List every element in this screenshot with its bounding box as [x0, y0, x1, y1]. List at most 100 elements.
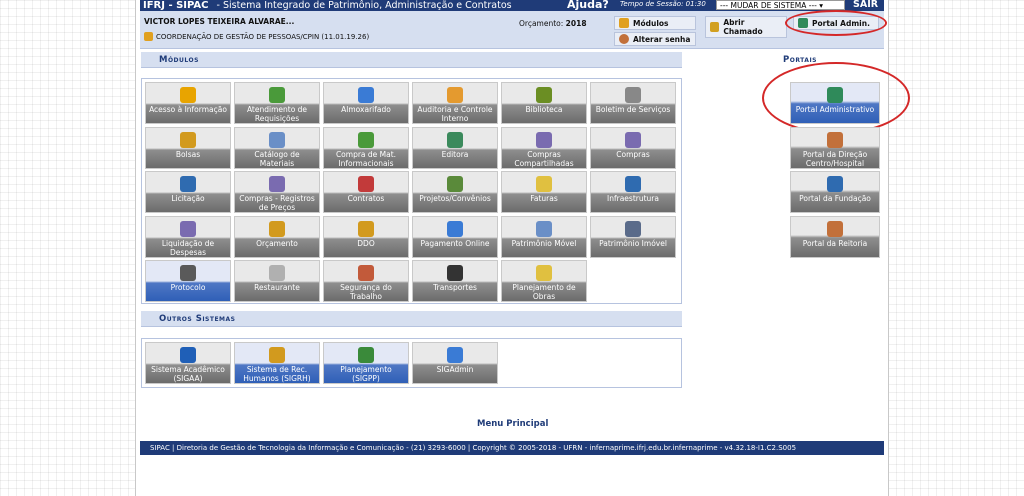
module-tile-faturas[interactable]: Faturas: [501, 171, 587, 213]
module-tile-compras-registros-de-precos[interactable]: Compras - Registros de Preços: [234, 171, 320, 213]
module-tile-label: Almoxarifado: [341, 105, 391, 114]
module-tile-biblioteca[interactable]: Biblioteca: [501, 82, 587, 124]
budget-info: Orçamento: 2018: [519, 19, 587, 28]
patrimonio-imovel-icon: [625, 220, 641, 237]
module-tile-auditoria-e-controle-interno[interactable]: Auditoria e Controle Interno: [412, 82, 498, 124]
module-tile-label: Projetos/Convênios: [419, 194, 491, 203]
compras-registros-de-precos-icon: [269, 176, 285, 192]
portal-da-direcao-centro-hospital-icon: [827, 131, 843, 148]
module-tile-pagamento-online[interactable]: Pagamento Online: [412, 215, 498, 258]
module-tile-label: Segurança do Trabalho: [340, 283, 392, 301]
portal-da-fundacao-icon: [827, 176, 843, 192]
portal-tile-portal-administrativo[interactable]: Portal Administrativo: [790, 82, 880, 124]
user-unit: COORDENAÇÃO DE GESTÃO DE PESSOAS/CPIN (1…: [144, 32, 369, 41]
editora-icon: [447, 131, 463, 148]
modules-button[interactable]: Módulos: [614, 16, 696, 30]
change-password-button[interactable]: Alterar senha: [614, 32, 696, 46]
orcamento-icon: [269, 220, 285, 237]
module-tile-label: Compras Compartilhadas: [514, 149, 574, 168]
module-tile-label: Acesso à Informação: [149, 105, 227, 114]
budget-label: Orçamento:: [519, 19, 564, 28]
auditoria-e-controle-interno-icon: [447, 87, 463, 103]
module-tile-licitacao[interactable]: Licitação: [145, 171, 231, 213]
system-tile-label: Planejamento (SIGPP): [340, 365, 392, 383]
module-tile-acesso-a-informacao[interactable]: Acesso à Informação: [145, 82, 231, 124]
unit-label: COORDENAÇÃO DE GESTÃO DE PESSOAS/CPIN (1…: [156, 32, 370, 41]
projetos-convenios-icon: [447, 176, 463, 192]
portal-tile-label: Portal da Fundação: [799, 194, 871, 203]
other-systems-section-header: Outros Sistemas: [141, 311, 682, 327]
portal-administrativo-icon: [827, 87, 843, 103]
exit-link[interactable]: SAIR: [853, 0, 878, 10]
module-tile-transportes[interactable]: Transportes: [412, 260, 498, 302]
module-tile-orcamento[interactable]: Orçamento: [234, 215, 320, 258]
portal-da-reitoria-icon: [827, 220, 843, 237]
module-tile-label: Pagamento Online: [420, 238, 490, 248]
system-tile-sigadmin[interactable]: SIGAdmin: [412, 342, 498, 384]
sistema-academico-sigaa-icon: [180, 347, 196, 363]
module-tile-catalogo-de-materiais[interactable]: Catálogo de Materiais: [234, 126, 320, 169]
portal-tile-portal-da-direcao-centro-hospital[interactable]: Portal da Direção Centro/Hospital: [790, 126, 880, 169]
module-tile-label: Restaurante: [254, 283, 300, 292]
infraestrutura-icon: [625, 176, 641, 192]
module-tile-restaurante[interactable]: Restaurante: [234, 260, 320, 302]
module-tile-patrimonio-movel[interactable]: Patrimônio Móvel: [501, 215, 587, 258]
module-tile-atendimento-de-requisicoes[interactable]: Atendimento de Requisições: [234, 82, 320, 124]
modules-section-header: Módulos: [141, 52, 682, 68]
help-link[interactable]: Ajuda?: [567, 0, 609, 11]
top-bar: IFRJ - SIPAC - Sistema Integrado de Patr…: [140, 0, 884, 11]
module-tile-liquidacao-de-despesas[interactable]: Liquidação de Despesas: [145, 215, 231, 258]
module-tile-bolsas[interactable]: Bolsas: [145, 126, 231, 169]
module-tile-planejamento-de-obras[interactable]: Planejamento de Obras: [501, 260, 587, 302]
portal-tile-label: Portal da Direção Centro/Hospital: [802, 149, 868, 168]
module-tile-seguranca-do-trabalho[interactable]: Segurança do Trabalho: [323, 260, 409, 302]
pagamento-online-icon: [447, 220, 463, 237]
module-tile-infraestrutura[interactable]: Infraestrutura: [590, 171, 676, 213]
boletim-de-servicos-icon: [625, 87, 641, 103]
system-acronym[interactable]: IFRJ - SIPAC: [140, 0, 209, 11]
module-tile-boletim-de-servicos[interactable]: Boletim de Serviços: [590, 82, 676, 124]
module-tile-projetos-convenios[interactable]: Projetos/Convênios: [412, 171, 498, 213]
module-tile-compras-compartilhadas[interactable]: Compras Compartilhadas: [501, 126, 587, 169]
atendimento-de-requisicoes-icon: [269, 87, 285, 103]
module-tile-label: Compras - Registros de Preços: [239, 194, 315, 212]
system-tile-label: Sistema de Rec. Humanos (SIGRH): [243, 365, 311, 383]
faturas-icon: [536, 176, 552, 192]
system-tile-planejamento-sigpp[interactable]: Planejamento (SIGPP): [323, 342, 409, 384]
ddo-icon: [358, 220, 374, 237]
module-tile-label: Atendimento de Requisições: [246, 105, 308, 123]
restaurante-icon: [269, 265, 285, 281]
module-tile-label: Biblioteca: [525, 105, 563, 114]
box-icon: [619, 18, 629, 28]
user-info-bar: VICTOR LOPES TEIXEIRA ALVARAE... COORDEN…: [140, 11, 884, 49]
open-ticket-label: Abrir Chamado: [723, 18, 763, 36]
module-tile-editora[interactable]: Editora: [412, 126, 498, 169]
change-system-select[interactable]: --- MUDAR DE SISTEMA --- ▾: [716, 0, 845, 10]
module-tile-contratos[interactable]: Contratos: [323, 171, 409, 213]
module-tile-label: Bolsas: [175, 149, 201, 159]
contratos-icon: [358, 176, 374, 192]
module-tile-compras[interactable]: Compras: [590, 126, 676, 169]
module-tile-patrimonio-imovel[interactable]: Patrimônio Imóvel: [590, 215, 676, 258]
open-ticket-button[interactable]: Abrir Chamado: [705, 16, 787, 38]
main-menu-link[interactable]: Menu Principal: [477, 419, 548, 429]
sistema-de-rec-humanos-sigrh-icon: [269, 347, 285, 363]
system-tile-label: Sistema Acadêmico (SIGAA): [151, 365, 225, 383]
catalogo-de-materiais-icon: [269, 131, 285, 148]
unit-icon: [144, 32, 153, 41]
module-tile-label: Patrimônio Móvel: [511, 238, 577, 248]
module-tile-label: Orçamento: [256, 238, 298, 248]
bolsas-icon: [180, 131, 196, 148]
module-tile-ddo[interactable]: DDO: [323, 215, 409, 258]
portal-tile-portal-da-reitoria[interactable]: Portal da Reitoria: [790, 215, 880, 258]
module-tile-protocolo[interactable]: Protocolo: [145, 260, 231, 302]
seguranca-do-trabalho-icon: [358, 265, 374, 281]
module-tile-almoxarifado[interactable]: Almoxarifado: [323, 82, 409, 124]
module-tile-compra-de-mat-informacionais[interactable]: Compra de Mat. Informacionais: [323, 126, 409, 169]
portal-tile-portal-da-fundacao[interactable]: Portal da Fundação: [790, 171, 880, 213]
user-key-icon: [619, 34, 629, 44]
modules-label: Módulos: [633, 18, 669, 28]
system-tile-sistema-academico-sigaa[interactable]: Sistema Acadêmico (SIGAA): [145, 342, 231, 384]
system-tile-sistema-de-rec-humanos-sigrh[interactable]: Sistema de Rec. Humanos (SIGRH): [234, 342, 320, 384]
module-tile-label: Compras: [616, 149, 650, 159]
